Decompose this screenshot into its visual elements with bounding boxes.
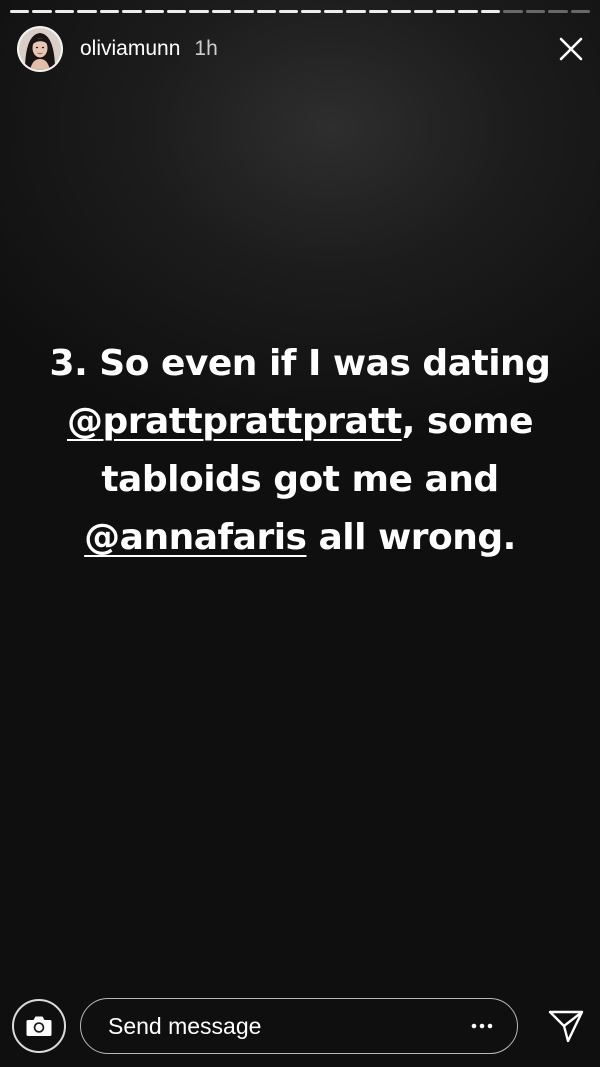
profile-photo-icon	[19, 28, 61, 70]
story-progress-bar	[10, 10, 590, 13]
progress-segment	[77, 10, 97, 13]
mention-link[interactable]: @annafaris	[84, 517, 307, 558]
mention-link[interactable]: @prattprattpratt	[67, 401, 402, 442]
caption-text: 3. So even if I was dating	[49, 343, 551, 384]
progress-segment	[166, 10, 187, 13]
close-icon	[559, 37, 583, 61]
avatar[interactable]	[17, 26, 63, 72]
caption-line: 3. So even if I was dating	[20, 335, 580, 393]
send-message-placeholder: Send message	[108, 1012, 262, 1039]
caption-line: @annafaris all wrong.	[20, 509, 580, 567]
progress-segment	[211, 10, 232, 13]
progress-segment	[234, 10, 254, 13]
caption-line: tabloids got me and	[20, 451, 580, 509]
caption-text: tabloids got me and	[101, 459, 499, 500]
camera-icon	[26, 1016, 52, 1036]
progress-segment	[570, 10, 590, 13]
caption-text: , some	[401, 401, 534, 442]
story-header: oliviamunn 1h	[17, 24, 588, 74]
progress-segment	[122, 10, 142, 13]
progress-segment	[279, 10, 299, 13]
progress-segment	[346, 10, 366, 13]
story-footer: Send message	[12, 997, 588, 1055]
timestamp: 1h	[194, 37, 218, 60]
progress-segment	[413, 10, 434, 13]
progress-segment	[54, 10, 75, 13]
progress-segment	[391, 10, 411, 13]
progress-segment	[525, 10, 546, 13]
caption-text: all wrong.	[306, 517, 517, 558]
progress-segment	[99, 10, 120, 13]
progress-segment	[323, 10, 344, 13]
send-message-input[interactable]: Send message	[80, 998, 518, 1054]
username[interactable]: oliviamunn	[80, 37, 180, 61]
progress-segment	[189, 10, 209, 13]
ellipsis-icon	[471, 1023, 493, 1029]
progress-segment	[10, 10, 30, 13]
more-options-button[interactable]	[467, 1016, 497, 1036]
progress-segment	[548, 10, 568, 13]
story-caption: 3. So even if I was dating @prattprattpra…	[20, 335, 580, 567]
send-direct-button[interactable]	[544, 1004, 588, 1048]
progress-segment	[458, 10, 478, 13]
progress-segment	[480, 10, 501, 13]
caption-line: @prattprattpratt, some	[20, 393, 580, 451]
camera-button[interactable]	[12, 999, 66, 1053]
story-viewer: oliviamunn 1h 3. So even if I was dating…	[0, 0, 600, 1067]
progress-segment	[256, 10, 277, 13]
progress-segment	[32, 10, 52, 13]
close-button[interactable]	[554, 32, 588, 66]
progress-segment	[144, 10, 164, 13]
progress-segment	[503, 10, 523, 13]
progress-segment	[368, 10, 389, 13]
progress-segment	[436, 10, 456, 13]
progress-segment	[301, 10, 321, 13]
paper-plane-icon	[548, 1010, 584, 1043]
